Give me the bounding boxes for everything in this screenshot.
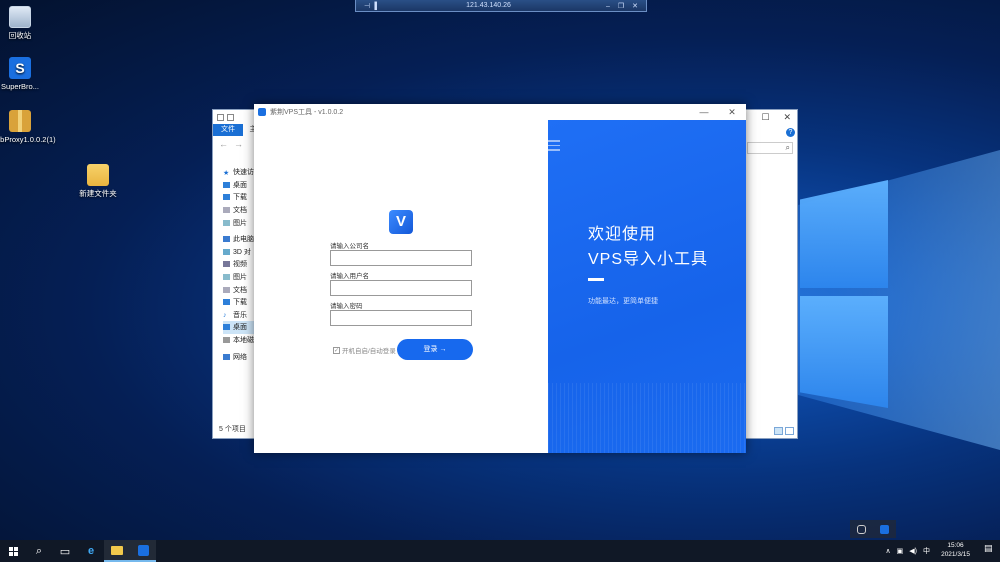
menu-icon[interactable] [548,140,560,154]
folder-icon [87,164,109,186]
clock-date: 2021/3/15 [941,550,970,558]
usb-icon[interactable] [857,524,866,534]
pin-icon[interactable]: ⊣ ▐ [364,2,377,10]
close-button[interactable]: ✕ [718,104,746,120]
app-titlebar: 紫荆VPS工具 - v1.0.0.2 [254,104,746,120]
properties-icon[interactable] [227,113,234,121]
search-icon[interactable]: ⌕ [26,540,52,562]
sidebar-item-pictures[interactable]: 图片 [223,216,257,229]
sidebar-item-music[interactable]: ♪ 音乐 [223,309,257,322]
sidebar-item-this-pc[interactable]: 此电脑 [223,233,257,246]
sidebar-item-network[interactable]: 网络 [223,350,257,363]
sidebar-item-documents-pc[interactable]: 文档 [223,283,257,296]
password-label: 请输入密码 [330,303,363,310]
app-title: 紫荆VPS工具 - v1.0.0.2 [270,109,344,116]
forward-arrow-icon[interactable]: → [234,139,243,149]
superbrowser-icon: S [9,57,31,79]
app-logo-large-icon: V [389,210,413,234]
sidebar-item-desktop-pc[interactable]: 桌面 [223,321,257,334]
maximize-icon[interactable]: ☐ [761,112,769,123]
rdp-controls: – ❐ ✕ [600,2,638,10]
username-input[interactable] [330,280,472,296]
minimize-icon[interactable]: – [606,3,610,10]
sidebar-item-desktop[interactable]: 桌面 [223,179,257,192]
input-language[interactable]: 中 [923,546,930,556]
auto-login-label: 开机自启/自动登录 [342,348,396,355]
vps-tool-taskbar-icon[interactable] [130,540,156,562]
sidebar-item-downloads[interactable]: 下载 [223,191,257,204]
auto-login-option[interactable]: ✓ 开机自启/自动登录 [333,345,396,355]
sidebar-item-videos[interactable]: 视频 [223,258,257,271]
login-button[interactable]: 登录 → [397,339,473,360]
file-explorer-taskbar-icon[interactable] [104,540,130,562]
ribbon-tab-file[interactable]: 文件 [213,124,243,136]
quick-access-icon[interactable] [217,113,224,121]
windows-logo-icon [8,546,18,556]
rdp-host-title: 121.43.140.26 [466,2,511,9]
desktop-icon-5bproxy[interactable]: 5bProxy1.0.0.2(1) [0,110,56,144]
large-icons-view-icon[interactable] [785,427,794,435]
zip-archive-icon [9,110,31,132]
recycle-bin-icon [9,6,31,28]
welcome-subtitle: 功能最达，更简单便捷 [588,298,658,305]
system-tray: ∧ ▣ ◀) 中 [886,540,930,562]
explorer-sidebar: ★ 快速访 桌面 下载 文档 图片 此电脑 3D 对 视频 图片 文档 下载 ♪ 音… [223,166,257,363]
tray-overflow-popup [850,520,896,538]
volume-icon[interactable]: ◀) [909,547,917,555]
wallpaper-windows-logo-top [800,180,888,288]
auto-login-checkbox[interactable]: ✓ [333,346,340,354]
password-input[interactable] [330,310,472,326]
sidebar-item-downloads-pc[interactable]: 下载 [223,296,257,309]
title-underline [588,278,604,281]
close-icon[interactable]: ✕ [783,112,791,123]
task-view-icon[interactable]: ▭ [52,540,78,562]
welcome-title-line1: 欢迎使用 [588,226,657,243]
app-logo-icon [258,108,266,116]
vps-tool-tray-icon[interactable] [880,524,889,534]
ie-browser-icon[interactable]: e [78,540,104,562]
app-window-controls: — ✕ [690,104,746,120]
network-icon[interactable]: ▣ [897,547,904,555]
username-label: 请输入用户名 [330,273,369,280]
welcome-panel: 欢迎使用 VPS导入小工具 功能最达，更简单便捷 [548,120,746,453]
welcome-title-line2: VPS导入小工具 [588,251,709,268]
search-icon[interactable]: ⌕ [747,142,793,154]
minimize-button[interactable]: — [690,104,718,120]
desktop-icon-new-folder[interactable]: 新建文件夹 [74,164,122,198]
notification-icon[interactable]: ▤ [984,543,996,557]
details-view-icon[interactable] [774,427,783,435]
view-toggle [774,427,794,435]
rdp-connection-bar[interactable]: ⊣ ▐ 121.43.140.26 – ❐ ✕ [355,0,647,12]
clock[interactable]: 15:06 2021/3/15 [941,542,970,559]
restore-icon[interactable]: ❐ [618,3,624,10]
help-icon[interactable]: ? [786,128,795,137]
explorer-window-controls: ☐ ✕ [761,112,791,123]
sidebar-item-pictures-pc[interactable]: 图片 [223,271,257,284]
company-label: 请输入公司名 [330,243,369,250]
sidebar-item-quick-access[interactable]: ★ 快速访 [223,166,257,179]
clock-time: 15:06 [947,542,964,549]
start-button[interactable] [0,540,26,562]
wallpaper-windows-logo-bottom [800,296,888,408]
explorer-status-text: 5 个项目 [219,426,246,433]
company-input[interactable] [330,250,472,266]
sidebar-item-3d-objects[interactable]: 3D 对 [223,246,257,259]
panel-decoration [548,383,746,453]
tray-expand-icon[interactable]: ∧ [886,547,891,555]
sidebar-item-local-disk[interactable]: 本地磁 [223,334,257,347]
back-arrow-icon[interactable]: ← [219,139,228,149]
close-icon[interactable]: ✕ [632,3,638,10]
desktop-icon-recycle-bin[interactable]: 回收站 [0,6,44,40]
vps-tool-window[interactable]: 紫荆VPS工具 - v1.0.0.2 — ✕ V 请输入公司名 请输入用户名 请… [254,104,746,453]
sidebar-item-documents[interactable]: 文档 [223,204,257,217]
taskbar: ⌕ ▭ e ∧ ▣ ◀) 中 15:06 2021/3/15 ▤ [0,540,1000,562]
desktop-icon-superbrowser[interactable]: S SuperBro... [0,57,44,91]
